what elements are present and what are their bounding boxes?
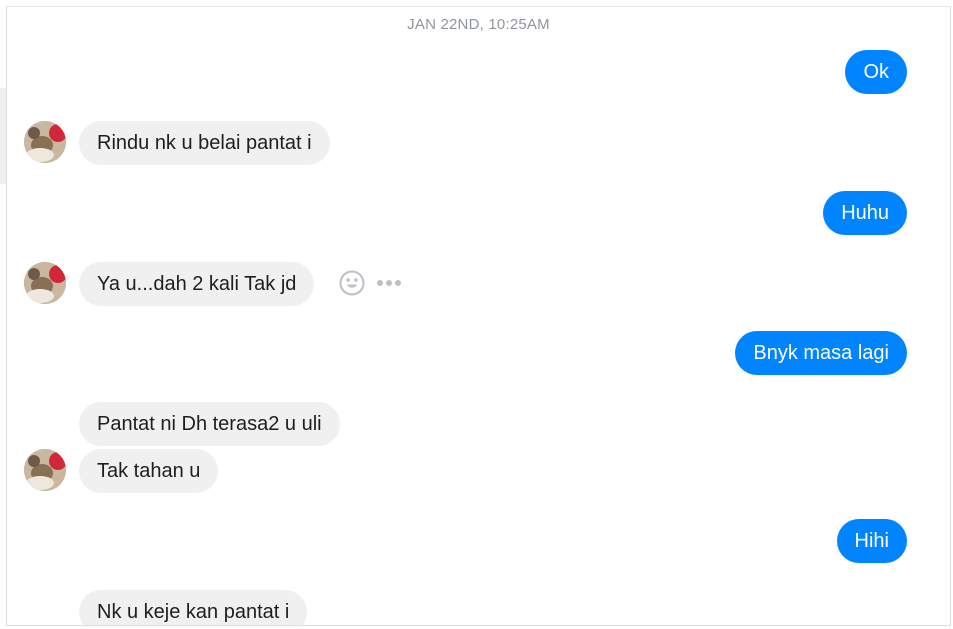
incoming-message-bubble[interactable]: Ya u...dah 2 kali Tak jd <box>79 262 315 306</box>
avatar-photo <box>24 449 66 491</box>
avatar-photo <box>24 262 66 304</box>
contact-avatar[interactable] <box>24 449 66 491</box>
outgoing-message-bubble[interactable]: Hihi <box>836 519 907 563</box>
conversation-panel: JAN 22ND, 10:25AM Ok Rindu nk u belai pa… <box>6 6 951 626</box>
outgoing-message-bubble[interactable]: Huhu <box>823 191 907 235</box>
message-timestamp: JAN 22ND, 10:25AM <box>407 16 550 33</box>
smiley-reaction-icon[interactable] <box>338 269 366 297</box>
incoming-message-bubble[interactable]: Pantat ni Dh terasa2 u uli <box>79 402 340 446</box>
incoming-message-bubble[interactable]: Rindu nk u belai pantat i <box>79 121 330 165</box>
incoming-message-bubble[interactable]: Nk u keje kan pantat i <box>79 590 308 625</box>
outgoing-message-bubble[interactable]: Bnyk masa lagi <box>735 331 907 375</box>
contact-avatar[interactable] <box>24 262 66 304</box>
more-options-icon[interactable] <box>376 279 402 287</box>
avatar-photo <box>24 121 66 163</box>
outgoing-message-bubble[interactable]: Ok <box>845 50 907 94</box>
incoming-message-bubble[interactable]: Tak tahan u <box>79 449 219 493</box>
contact-avatar[interactable] <box>24 121 66 163</box>
